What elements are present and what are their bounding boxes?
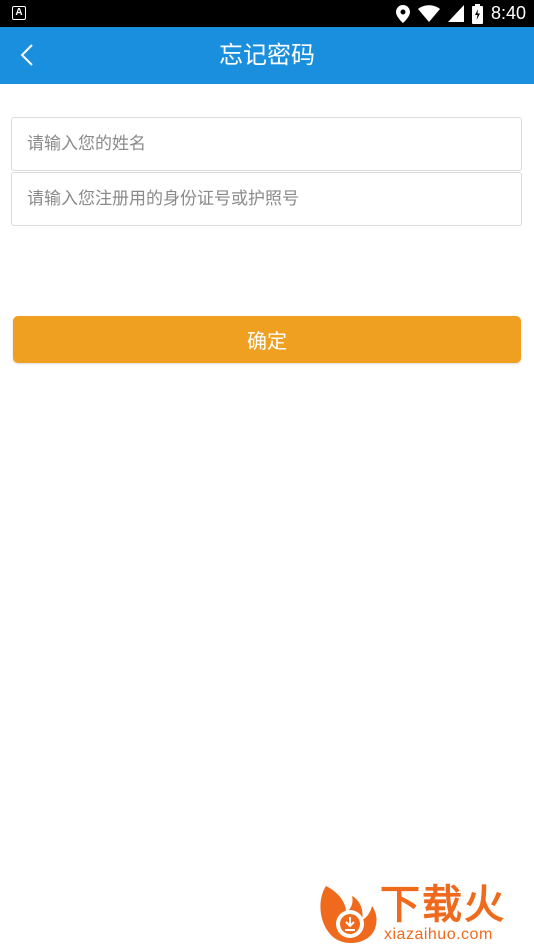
name-field[interactable] — [11, 117, 522, 171]
page-title: 忘记密码 — [219, 41, 315, 69]
name-input[interactable] — [27, 118, 521, 170]
notification-icon: A — [12, 6, 26, 20]
confirm-button[interactable]: 确定 — [13, 316, 521, 363]
watermark-domain: xiazaihuo.com — [384, 926, 493, 943]
id-number-field[interactable] — [11, 172, 522, 226]
flame-download-icon — [320, 886, 377, 943]
watermark-logo: 下载火 xiazaihuo.com — [316, 880, 528, 946]
status-icons: 8:40 — [395, 0, 526, 27]
watermark-brand: 下载火 — [380, 882, 506, 928]
id-number-input[interactable] — [27, 173, 521, 225]
status-bar: A 8:40 — [0, 0, 534, 27]
battery-icon — [471, 3, 483, 24]
wifi-icon — [417, 4, 440, 22]
signal-icon — [447, 5, 464, 22]
clock: 8:40 — [490, 3, 526, 23]
location-icon — [395, 4, 410, 23]
app-bar: 忘记密码 — [0, 27, 534, 84]
forgot-password-form — [11, 117, 522, 227]
